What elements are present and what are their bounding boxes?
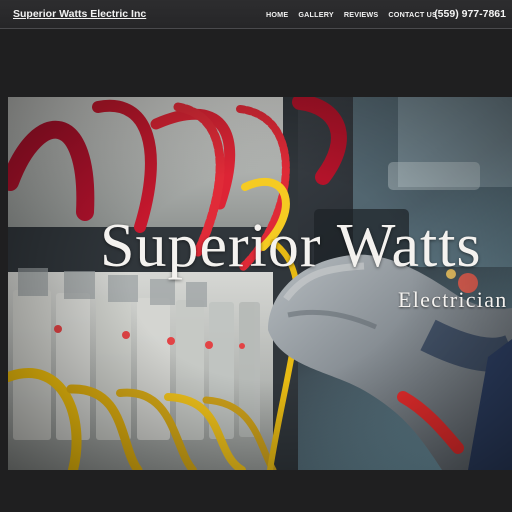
hero-title: Superior Watts (100, 212, 482, 280)
nav-contact-us-link[interactable]: CONTACT US (388, 11, 437, 19)
electrician-wiring-photo (8, 97, 512, 470)
nav-home-link[interactable]: HOME (266, 11, 288, 19)
nav-gallery-link[interactable]: GALLERY (298, 11, 333, 19)
hero-banner: Superior Watts Electrician (8, 97, 512, 470)
website-page: Superior Watts Electric Inc HOME GALLERY… (0, 0, 512, 512)
phone-number-link[interactable]: (559) 977-7861 (434, 8, 506, 20)
hero-subtitle: Electrician (398, 287, 508, 312)
nav-reviews-link[interactable]: REVIEWS (344, 11, 379, 19)
brand-link[interactable]: Superior Watts Electric Inc (13, 8, 146, 20)
page-bottom-space (0, 470, 512, 512)
site-header: Superior Watts Electric Inc HOME GALLERY… (0, 0, 512, 29)
main-navigation: HOME GALLERY REVIEWS CONTACT US (266, 11, 437, 19)
